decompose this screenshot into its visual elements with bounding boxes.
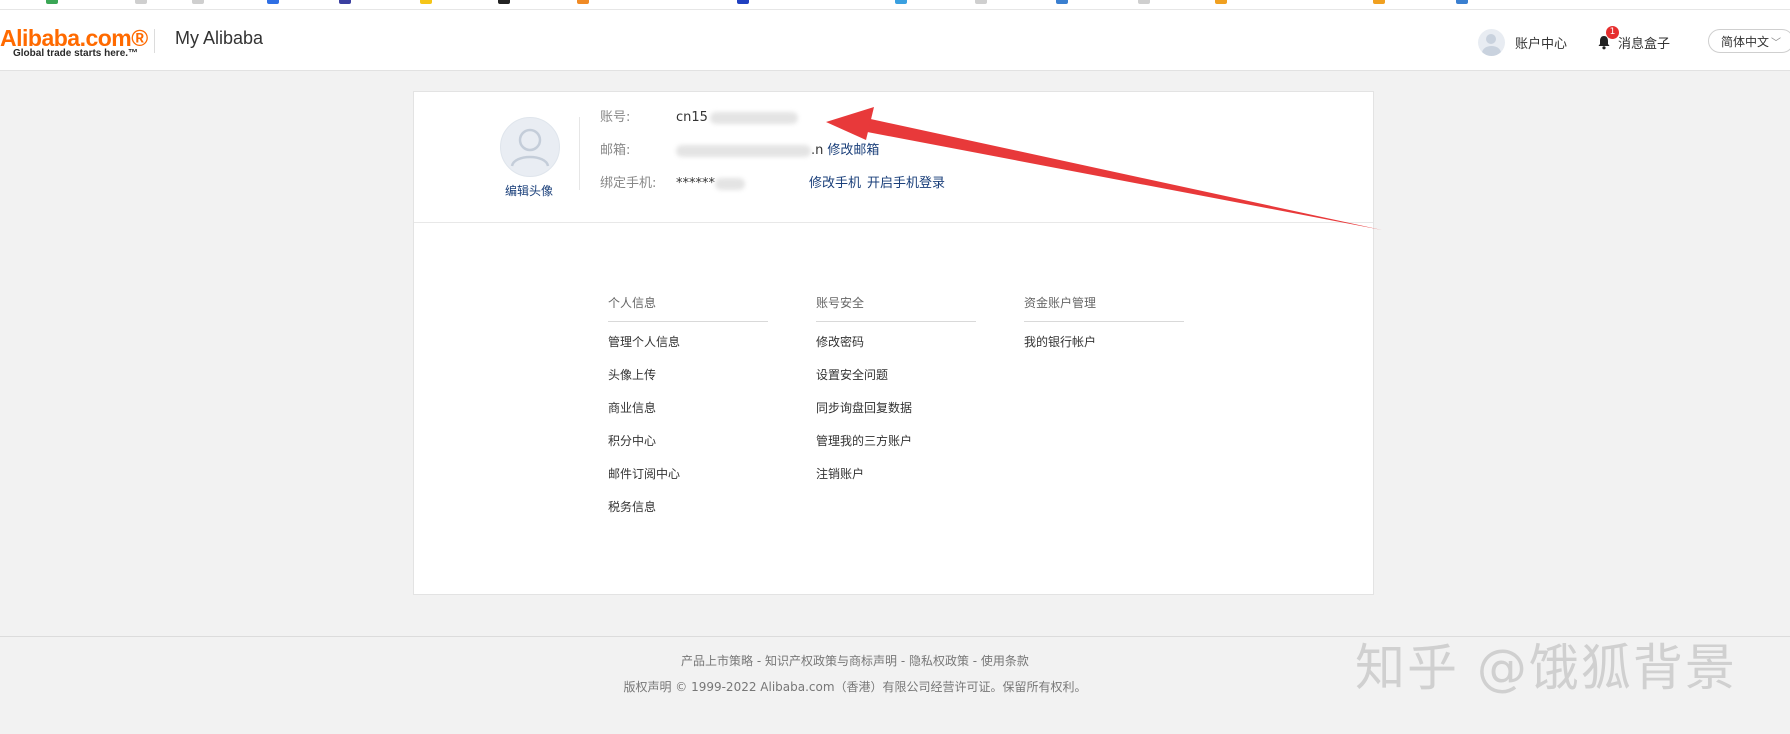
menu-column-funds-account: 资金账户管理 我的银行帐户 <box>1024 294 1184 351</box>
phone-label: 绑定手机: <box>600 176 657 191</box>
section-divider <box>414 222 1373 223</box>
menu-link[interactable]: 管理我的三方账户 <box>816 432 976 450</box>
page-title[interactable]: My Alibaba <box>175 28 263 49</box>
account-settings-card: 编辑头像 账号: cn15 邮箱: .n 修改邮箱 绑定手机: ****** 修改手机 开启… <box>413 91 1374 595</box>
bookmark-icon[interactable] <box>267 0 279 4</box>
header-divider <box>154 29 155 53</box>
menu-link[interactable]: 头像上传 <box>608 366 768 384</box>
account-center-link[interactable]: 账户中心 <box>1478 28 1567 56</box>
menu-link[interactable]: 积分中心 <box>608 432 768 450</box>
browser-bookmark-strip <box>0 0 1790 10</box>
language-selector[interactable]: 简体中文 ﹀ <box>1708 29 1790 53</box>
unread-count-badge: 1 <box>1606 26 1619 39</box>
message-box-label: 消息盒子 <box>1618 36 1671 52</box>
bookmark-icon[interactable] <box>737 0 749 4</box>
bookmark-icon[interactable] <box>895 0 907 4</box>
bookmark-icon[interactable] <box>577 0 589 4</box>
user-avatar-icon <box>1478 28 1505 56</box>
menu-link[interactable]: 商业信息 <box>608 399 768 417</box>
profile-avatar[interactable] <box>500 117 560 177</box>
menu-link[interactable]: 税务信息 <box>608 498 768 516</box>
menu-link[interactable]: 同步询盘回复数据 <box>816 399 976 417</box>
message-box-link[interactable]: 1 消息盒子 <box>1596 26 1671 56</box>
language-label: 简体中文 <box>1721 35 1770 49</box>
email-row: 邮箱: .n 修改邮箱 <box>600 139 879 158</box>
menu-column-personal-info: 个人信息 管理个人信息 头像上传 商业信息 积分中心 邮件订阅中心 税务信息 <box>608 294 768 516</box>
bookmark-icon[interactable] <box>46 0 58 4</box>
bookmark-icon[interactable] <box>420 0 432 4</box>
bookmark-icon[interactable] <box>1056 0 1068 4</box>
bookmark-icon[interactable] <box>498 0 510 4</box>
menu-link[interactable]: 修改密码 <box>816 333 976 351</box>
menu-link[interactable]: 设置安全问题 <box>816 366 976 384</box>
edit-avatar-link[interactable]: 编辑头像 <box>494 182 564 199</box>
change-phone-link[interactable]: 修改手机 <box>809 176 861 191</box>
redacted-account <box>709 111 798 124</box>
bookmark-icon[interactable] <box>1373 0 1385 4</box>
menu-link[interactable]: 管理个人信息 <box>608 333 768 351</box>
menu-column-title: 资金账户管理 <box>1024 294 1184 322</box>
phone-value: ****** <box>676 176 715 191</box>
logo-tagline: Global trade starts here.™ <box>13 48 139 59</box>
chevron-down-icon: ﹀ <box>1771 38 1782 49</box>
bookmark-icon[interactable] <box>192 0 204 4</box>
site-header: Alibaba.com® Global trade starts here.™ … <box>0 10 1790 71</box>
menu-column-account-security: 账号安全 修改密码 设置安全问题 同步询盘回复数据 管理我的三方账户 注销账户 <box>816 294 976 483</box>
redacted-phone <box>715 177 745 190</box>
bookmark-icon[interactable] <box>135 0 147 4</box>
bookmark-icon[interactable] <box>339 0 351 4</box>
menu-link[interactable]: 我的银行帐户 <box>1024 333 1184 351</box>
bookmark-icon[interactable] <box>975 0 987 4</box>
bookmark-icon[interactable] <box>1138 0 1150 4</box>
alibaba-logo[interactable]: Alibaba.com® Global trade starts here.™ <box>0 25 148 59</box>
email-label: 邮箱: <box>600 143 631 158</box>
menu-link[interactable]: 注销账户 <box>816 465 976 483</box>
account-center-label: 账户中心 <box>1515 36 1568 52</box>
enable-phone-login-link[interactable]: 开启手机登录 <box>867 176 945 191</box>
change-email-link[interactable]: 修改邮箱 <box>827 143 879 158</box>
profile-divider <box>579 117 580 190</box>
bookmark-icon[interactable] <box>1215 0 1227 4</box>
menu-link[interactable]: 邮件订阅中心 <box>608 465 768 483</box>
account-label: 账号: <box>600 110 631 125</box>
menu-column-title: 个人信息 <box>608 294 768 322</box>
redacted-email <box>676 144 811 157</box>
notification-bell-icon: 1 <box>1596 26 1619 50</box>
account-value: cn15 <box>676 110 708 125</box>
email-value-tail: .n <box>811 143 824 158</box>
watermark-text: 知乎 @饿狐背景 <box>1355 639 1737 697</box>
phone-row: 绑定手机: ****** 修改手机 开启手机登录 <box>600 172 945 191</box>
menu-column-title: 账号安全 <box>816 294 976 322</box>
bookmark-icon[interactable] <box>1456 0 1468 4</box>
account-row: 账号: cn15 <box>600 106 798 125</box>
